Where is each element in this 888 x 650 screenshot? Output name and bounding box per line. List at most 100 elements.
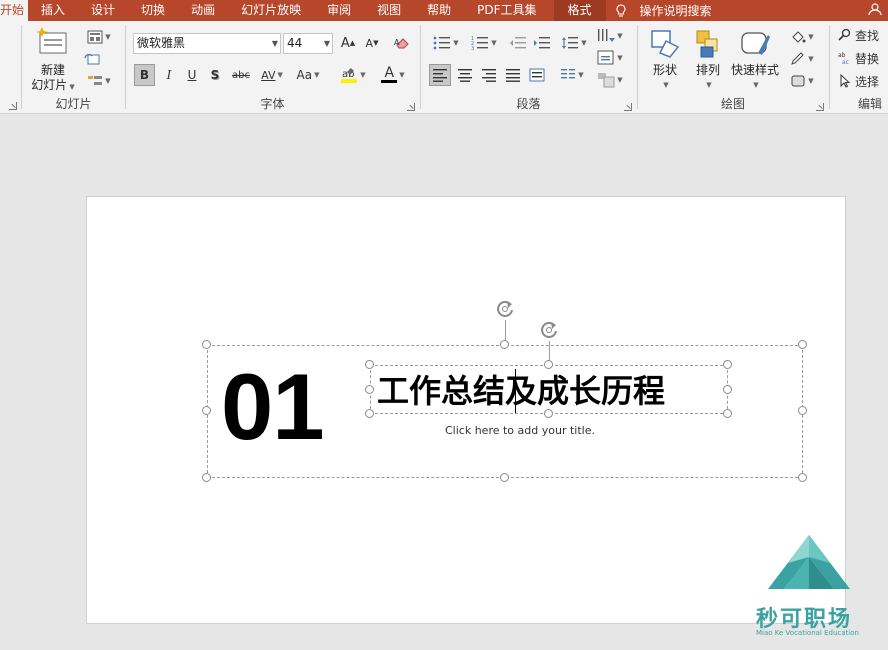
svg-text:3: 3: [471, 46, 474, 50]
new-slide-icon: [36, 27, 67, 54]
textbox-handle-tr[interactable]: [723, 360, 732, 369]
reset-button[interactable]: [82, 49, 102, 69]
shape-fill-button[interactable]: ▼: [786, 27, 818, 47]
font-launcher-icon[interactable]: [407, 103, 415, 111]
arrange-button[interactable]: 排列 ▼: [688, 27, 728, 93]
decrease-font-button[interactable]: A ▼: [362, 33, 382, 53]
line-spacing-button[interactable]: ▼: [557, 33, 591, 53]
underline-button[interactable]: U: [183, 65, 201, 85]
slide-number-text[interactable]: 01: [221, 357, 325, 457]
search-icon: [838, 28, 851, 41]
slide-canvas[interactable]: 01 工作总结及成长历程 Click here to add your titl…: [86, 196, 846, 624]
shadow-button[interactable]: S: [206, 65, 224, 85]
font-size-select[interactable]: 44 ▼: [283, 33, 333, 54]
svg-text:ac: ac: [842, 59, 849, 65]
shape-outline-button[interactable]: ▼: [786, 49, 818, 69]
char-spacing-button[interactable]: AV ▼: [256, 65, 288, 85]
textbox-handle-tc[interactable]: [544, 360, 553, 369]
shape-effects-icon: [791, 75, 805, 87]
align-left-button[interactable]: [429, 64, 451, 86]
paragraph-launcher-icon[interactable]: [624, 103, 632, 111]
group-handle-br[interactable]: [798, 473, 807, 482]
slide-title-text[interactable]: 工作总结及成长历程: [377, 371, 665, 411]
bullets-button[interactable]: ▼: [429, 33, 463, 53]
justify-button[interactable]: [502, 65, 524, 85]
select-button[interactable]: 选择: [838, 71, 888, 91]
layout-icon: [87, 30, 103, 44]
eraser-icon: A: [394, 38, 409, 49]
distributed-button[interactable]: [526, 65, 548, 85]
group-handle-tl[interactable]: [202, 340, 211, 349]
text-direction-icon: [598, 29, 616, 42]
ribbon-tab-bar: 开始 插入 设计 切换 动画 幻灯片放映 审阅 视图 帮助 PDF工具集 格式 …: [0, 0, 888, 21]
textbox-handle-ml[interactable]: [365, 385, 374, 394]
change-case-button[interactable]: Aa ▼: [292, 65, 324, 85]
shape-effects-button[interactable]: ▼: [786, 71, 818, 91]
tab-animations[interactable]: 动画: [178, 0, 228, 21]
group-handle-bc[interactable]: [500, 473, 509, 482]
align-right-icon: [482, 69, 496, 82]
group-handle-tc[interactable]: [500, 340, 509, 349]
numbering-button[interactable]: 1 2 3 ▼: [467, 33, 501, 53]
drawing-group-label: 绘图: [720, 97, 745, 111]
tab-help[interactable]: 帮助: [414, 0, 464, 21]
tab-design[interactable]: 设计: [78, 0, 128, 21]
textbox-handle-mr[interactable]: [723, 385, 732, 394]
tab-pdf-tools[interactable]: PDF工具集: [464, 0, 549, 21]
layout-button[interactable]: ▼: [82, 27, 116, 47]
textbox-handle-bc[interactable]: [544, 409, 553, 418]
group-handle-mr[interactable]: [798, 406, 807, 415]
tab-review[interactable]: 审阅: [314, 0, 364, 21]
increase-indent-button[interactable]: [531, 33, 553, 53]
user-icon[interactable]: [868, 2, 882, 16]
textbox-handle-bl[interactable]: [365, 409, 374, 418]
group-handle-bl[interactable]: [202, 473, 211, 482]
tab-transitions[interactable]: 切换: [128, 0, 178, 21]
quick-styles-button[interactable]: 快速样式 ▼: [730, 27, 780, 93]
italic-button[interactable]: I: [160, 65, 178, 85]
group-rotate-handle-icon[interactable]: [494, 298, 516, 320]
clear-format-button[interactable]: A: [392, 33, 412, 53]
font-color-button[interactable]: A ▼: [376, 65, 410, 85]
shapes-button[interactable]: 形状 ▼: [644, 27, 686, 93]
textbox-handle-tl[interactable]: [365, 360, 374, 369]
textbox-handle-br[interactable]: [723, 409, 732, 418]
paint-bucket-icon: [792, 31, 806, 43]
slide-subtitle-text[interactable]: Click here to add your title.: [445, 424, 595, 437]
align-center-button[interactable]: [454, 65, 476, 85]
drawing-launcher-icon[interactable]: [816, 103, 824, 111]
highlight-button[interactable]: ab ▼: [336, 65, 370, 85]
select-label: 选择: [855, 74, 880, 89]
tell-me-search[interactable]: 操作说明搜索: [614, 2, 712, 19]
tab-slideshow[interactable]: 幻灯片放映: [228, 0, 314, 21]
outdent-icon: [510, 37, 526, 49]
group-handle-ml[interactable]: [202, 406, 211, 415]
bold-button[interactable]: B: [134, 64, 155, 86]
tab-view[interactable]: 视图: [364, 0, 414, 21]
smartart-button[interactable]: ▼: [595, 70, 625, 90]
group-handle-tr[interactable]: [798, 340, 807, 349]
tab-insert[interactable]: 插入: [28, 0, 78, 21]
clipboard-launcher-icon[interactable]: [9, 102, 17, 110]
increase-font-button[interactable]: A ▲: [338, 33, 358, 53]
decrease-indent-button[interactable]: [507, 33, 529, 53]
section-button[interactable]: ▼: [82, 71, 116, 91]
new-slide-label-2: 幻灯片 ▼: [31, 78, 75, 92]
lightbulb-icon: [616, 3, 626, 17]
font-name-select[interactable]: 微软雅黑 ▼: [133, 33, 281, 54]
strikethrough-button[interactable]: abc: [229, 65, 253, 85]
align-right-button[interactable]: [478, 65, 500, 85]
text-direction-button[interactable]: ▼: [595, 26, 625, 46]
reset-icon: [84, 53, 100, 65]
tab-home[interactable]: 开始: [0, 0, 29, 21]
replace-button[interactable]: ab ac 替换: [838, 48, 888, 68]
highlighter-icon: ab: [341, 68, 358, 83]
align-text-button[interactable]: ▼: [595, 48, 625, 68]
tab-format[interactable]: 格式: [553, 0, 606, 21]
columns-button[interactable]: ▼: [555, 65, 589, 85]
find-button[interactable]: 查找: [838, 25, 888, 45]
drawing-group: 形状 ▼ 排列 ▼ 快速样式 ▼ ▼ ▼ ▼ 绘图: [638, 21, 828, 114]
section-icon: [88, 76, 103, 85]
textbox-rotate-handle-icon[interactable]: [538, 319, 560, 341]
new-slide-button[interactable]: 新建 幻灯片 ▼: [30, 25, 76, 95]
